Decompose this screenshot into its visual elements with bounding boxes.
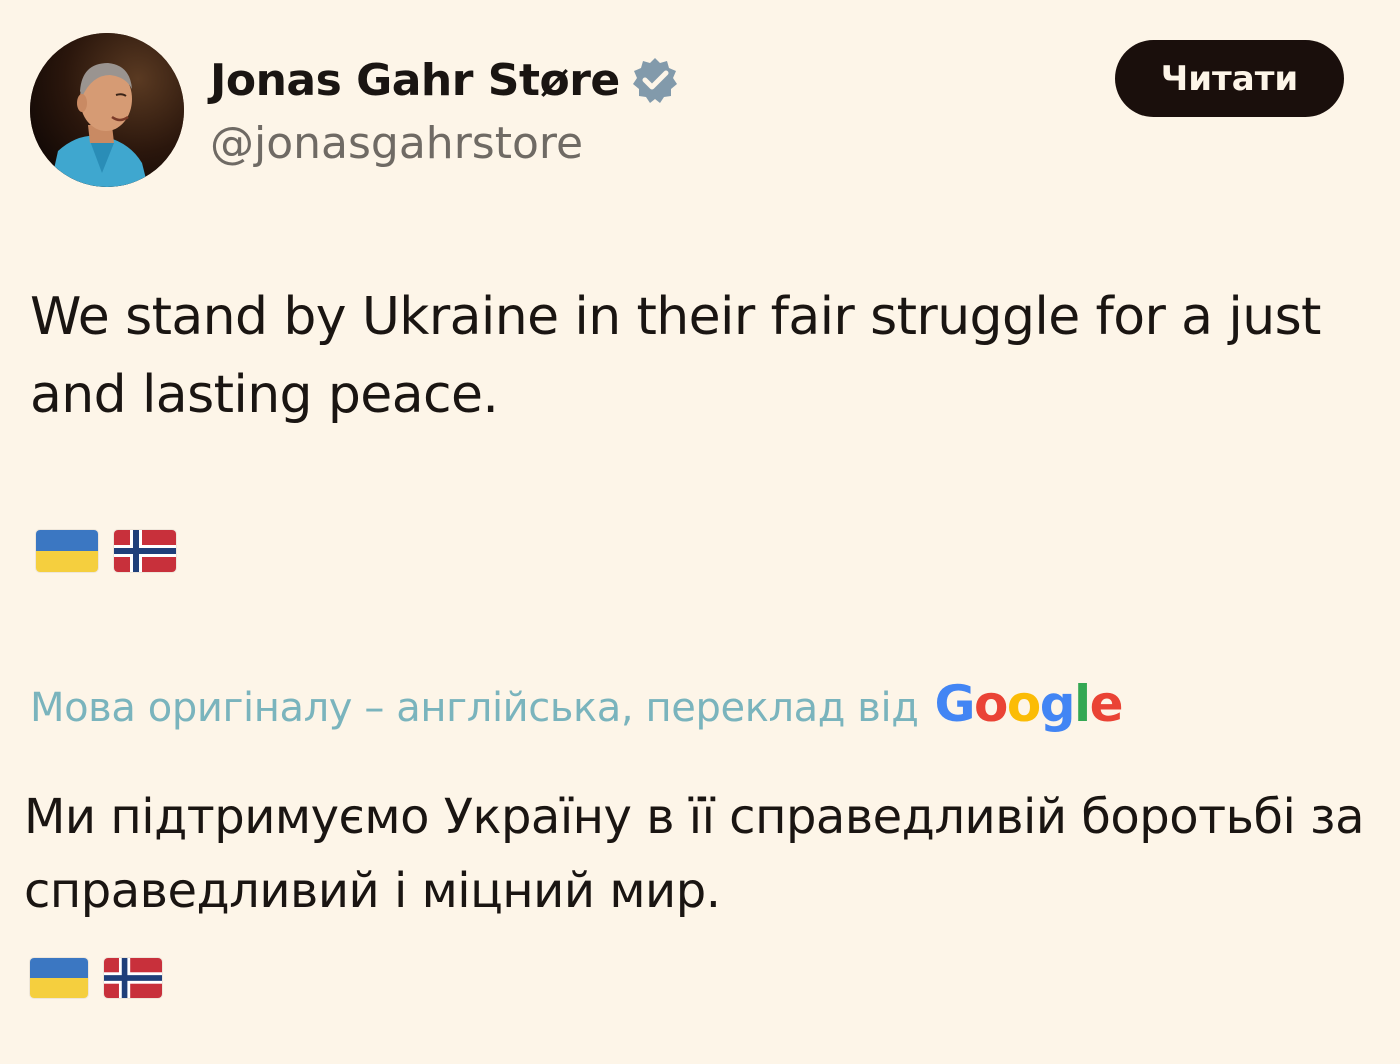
author-display-name[interactable]: Jonas Gahr Støre (210, 55, 620, 106)
author-name-row: Jonas Gahr Støre (210, 50, 680, 110)
flag-norway-icon (114, 530, 176, 572)
tweet-flags (36, 530, 176, 572)
translated-text: Ми підтримуємо Україну в її справедливій… (24, 789, 1364, 919)
flag-ukraine-icon (30, 958, 88, 998)
translation-label[interactable]: Мова оригіналу – англійська, переклад ві… (30, 685, 919, 731)
follow-button[interactable]: Читати (1115, 40, 1344, 117)
translated-flags (30, 958, 162, 998)
verified-badge-icon[interactable] (630, 55, 680, 105)
flag-norway-icon (104, 958, 162, 998)
translation-note: Мова оригіналу – англійська, переклад ві… (30, 675, 1124, 733)
avatar[interactable] (30, 33, 184, 187)
author-handle[interactable]: @jonasgahrstore (210, 118, 583, 169)
avatar-image (30, 33, 184, 187)
tweet-text: We stand by Ukraine in their fair strugg… (30, 287, 1321, 425)
flag-ukraine-icon (36, 530, 98, 572)
google-logo: Google (934, 675, 1123, 733)
